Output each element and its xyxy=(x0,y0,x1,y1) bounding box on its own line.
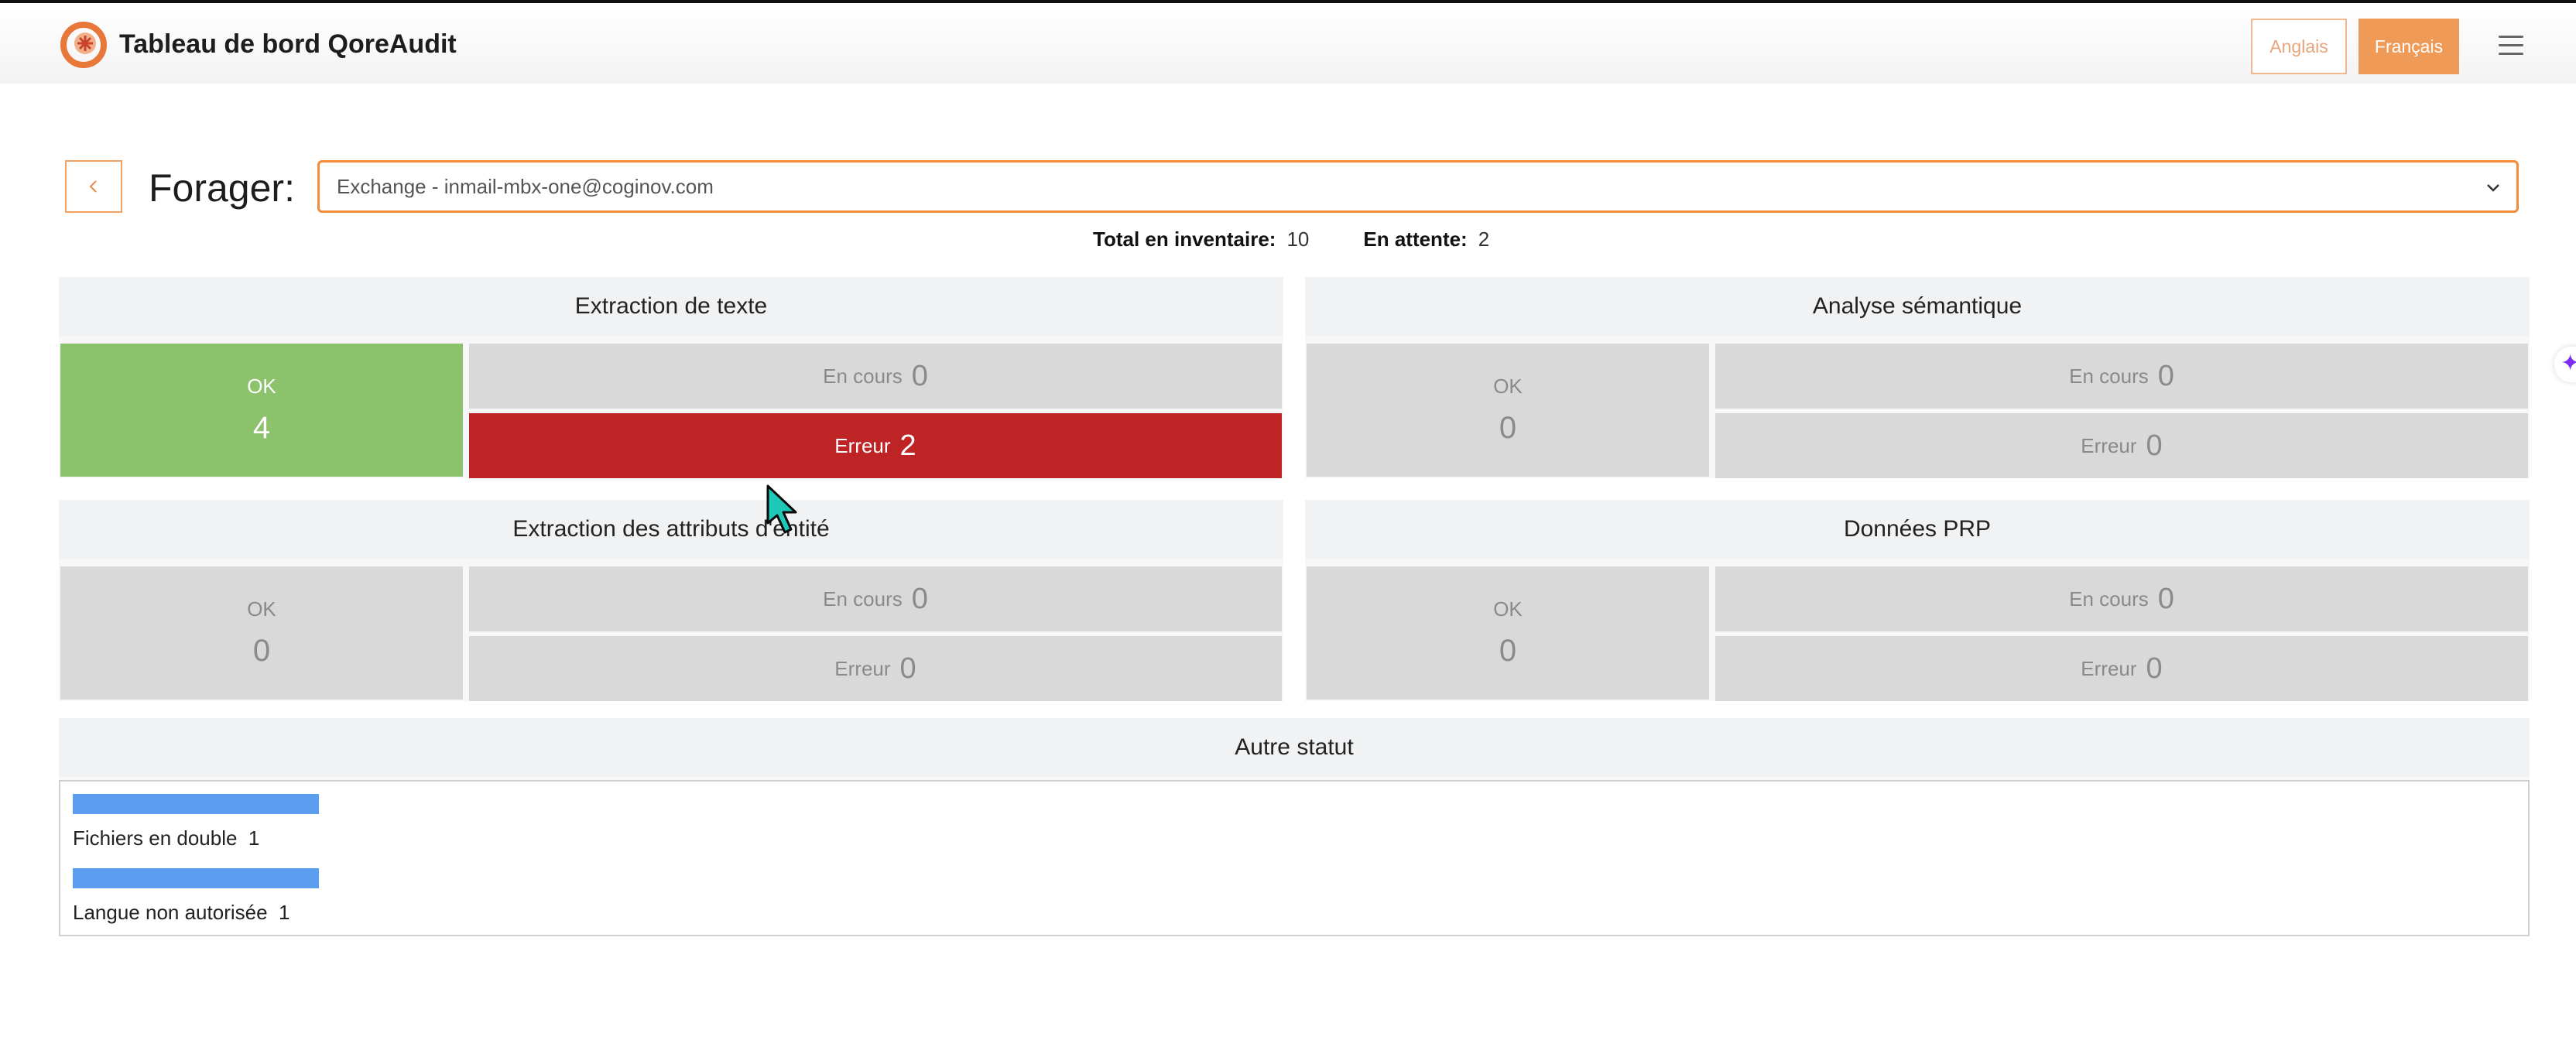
ok-count: 0 xyxy=(1499,634,1517,668)
sparkle-icon: ✦ xyxy=(2561,351,2576,376)
error-label: Erreur xyxy=(834,433,891,457)
entity-extraction-card: Extraction des attributs d'entité OK 0 E… xyxy=(59,500,1283,701)
error-label: Erreur xyxy=(834,656,891,680)
semantic-analysis-card: Analyse sémantique OK 0 En cours 0 Erreu… xyxy=(1305,277,2530,478)
qoreaudit-logo-icon xyxy=(60,22,107,68)
forager-select-value: Exchange - inmail-mbx-one@coginov.com xyxy=(337,174,714,198)
status-item-label: Fichiers en double xyxy=(73,826,238,850)
entity-ok-box[interactable]: OK 0 xyxy=(60,566,463,700)
card-title: Données PRP xyxy=(1305,500,2530,559)
ok-count: 4 xyxy=(252,411,271,445)
forager-label: Forager: xyxy=(149,166,295,210)
ok-label: OK xyxy=(1493,375,1523,398)
entity-error-box[interactable]: Erreur 0 xyxy=(469,636,1282,701)
error-count: 2 xyxy=(899,429,916,462)
list-item: Langue non autorisée 1 xyxy=(73,901,289,925)
ok-count: 0 xyxy=(252,634,271,668)
text-extraction-in-progress-box[interactable]: En cours 0 xyxy=(469,344,1282,409)
error-count: 0 xyxy=(899,652,916,685)
language-english-button[interactable]: Anglais xyxy=(2251,19,2347,74)
prp-error-box[interactable]: Erreur 0 xyxy=(1715,636,2528,701)
prp-in-progress-box[interactable]: En cours 0 xyxy=(1715,566,2528,631)
ok-label: OK xyxy=(1493,597,1523,621)
pending-value: 2 xyxy=(1478,228,1490,251)
hamburger-menu-icon[interactable] xyxy=(2499,36,2523,56)
card-title: Analyse sémantique xyxy=(1305,277,2530,336)
app-title: Tableau de bord QoreAudit xyxy=(119,29,457,59)
unauthorized-language-bar[interactable] xyxy=(73,868,319,888)
ok-count: 0 xyxy=(1499,411,1517,445)
in-progress-label: En cours xyxy=(2069,364,2149,388)
prp-data-card: Données PRP OK 0 En cours 0 Erreur 0 xyxy=(1305,500,2530,701)
status-item-count: 1 xyxy=(248,826,260,850)
prp-ok-box[interactable]: OK 0 xyxy=(1307,566,1709,700)
in-progress-label: En cours xyxy=(823,364,903,388)
list-item: Fichiers en double 1 xyxy=(73,826,259,850)
chevron-left-icon xyxy=(89,180,97,193)
error-label: Erreur xyxy=(2081,656,2137,680)
in-progress-count: 0 xyxy=(2157,359,2174,392)
in-progress-count: 0 xyxy=(911,582,928,615)
semantic-in-progress-box[interactable]: En cours 0 xyxy=(1715,344,2528,409)
other-status-card: Autre statut Fichiers en double 1 Langue… xyxy=(59,718,2530,936)
duplicate-files-bar[interactable] xyxy=(73,794,319,814)
semantic-ok-box[interactable]: OK 0 xyxy=(1307,344,1709,477)
in-progress-count: 0 xyxy=(2157,582,2174,615)
in-progress-label: En cours xyxy=(2069,587,2149,611)
text-extraction-card: Extraction de texte OK 4 En cours 0 Erre… xyxy=(59,277,1283,478)
card-title: Autre statut xyxy=(59,718,2530,777)
other-status-list: Fichiers en double 1 Langue non autorisé… xyxy=(59,780,2530,936)
error-count: 0 xyxy=(2146,429,2163,462)
error-label: Erreur xyxy=(2081,433,2137,457)
status-item-label: Langue non autorisée xyxy=(73,901,268,924)
back-button[interactable] xyxy=(65,160,122,213)
forager-select[interactable]: Exchange - inmail-mbx-one@coginov.com xyxy=(317,160,2519,213)
card-title: Extraction de texte xyxy=(59,277,1283,336)
status-item-count: 1 xyxy=(279,901,290,924)
inventory-total-label: Total en inventaire: xyxy=(1093,228,1276,251)
in-progress-label: En cours xyxy=(823,587,903,611)
top-bar: Tableau de bord QoreAudit Anglais França… xyxy=(0,0,2576,84)
assistant-sparkle-button[interactable]: ✦ xyxy=(2554,347,2576,382)
inventory-total-value: 10 xyxy=(1286,228,1310,251)
mouse-cursor-icon xyxy=(766,484,797,534)
text-extraction-error-box[interactable]: Erreur 2 xyxy=(469,413,1282,478)
language-french-button[interactable]: Français xyxy=(2358,19,2459,74)
card-title: Extraction des attributs d'entité xyxy=(59,500,1283,559)
inventory-totals: Total en inventaire: 10 En attente: 2 xyxy=(1093,228,1489,251)
chevron-down-icon xyxy=(2487,184,2499,192)
semantic-error-box[interactable]: Erreur 0 xyxy=(1715,413,2528,478)
in-progress-count: 0 xyxy=(911,359,928,392)
pending-label: En attente: xyxy=(1363,228,1468,251)
text-extraction-ok-box[interactable]: OK 4 xyxy=(60,344,463,477)
error-count: 0 xyxy=(2146,652,2163,685)
entity-in-progress-box[interactable]: En cours 0 xyxy=(469,566,1282,631)
ok-label: OK xyxy=(247,375,276,398)
ok-label: OK xyxy=(247,597,276,621)
